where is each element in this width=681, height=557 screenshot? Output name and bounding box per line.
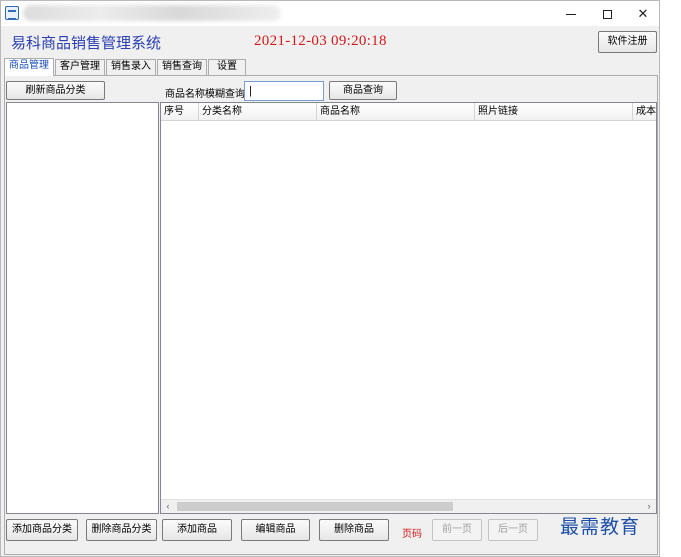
tab-customer-management[interactable]: 客户管理 [55,59,105,75]
close-button[interactable]: ✕ [625,1,661,26]
delete-category-button[interactable]: 删除商品分类 [86,519,157,541]
column-header-photo-link[interactable]: 照片链接 [475,103,633,121]
column-header-product-name[interactable]: 商品名称 [317,103,475,121]
blurred-window-title [23,5,281,21]
search-input[interactable] [244,81,324,101]
product-grid[interactable]: 序号 分类名称 商品名称 照片链接 成本 ‹ › [160,102,657,514]
app-icon [5,6,19,20]
tab-settings[interactable]: 设置 [208,59,246,75]
maximize-button[interactable] [589,1,625,26]
horizontal-scrollbar[interactable]: ‹ › [161,499,656,513]
column-header-cost[interactable]: 成本 [633,103,656,121]
edit-product-button[interactable]: 编辑商品 [241,519,310,541]
column-header-category-name[interactable]: 分类名称 [199,103,317,121]
datetime-display: 2021-12-03 09:20:18 [254,33,387,49]
add-product-button[interactable]: 添加商品 [162,519,232,541]
minimize-icon [566,14,576,16]
delete-product-button[interactable]: 删除商品 [319,519,389,541]
grid-header: 序号 分类名称 商品名称 照片链接 成本 [161,103,656,121]
watermark-logo: 最需教育 [560,516,641,538]
next-page-button[interactable]: 后一页 [488,519,538,541]
page-number-label: 页码 [402,529,422,540]
register-button[interactable]: 软件注册 [598,31,657,53]
minimize-button[interactable] [553,1,589,26]
scroll-right-icon[interactable]: › [642,500,656,513]
category-list[interactable] [6,102,159,514]
previous-page-button[interactable]: 前一页 [432,519,482,541]
search-label: 商品名称模糊查询 [165,89,245,100]
scroll-left-icon[interactable]: ‹ [161,500,175,513]
app-title: 易科商品销售管理系统 [11,34,162,52]
tab-sales-query[interactable]: 销售查询 [157,59,207,75]
title-bar[interactable]: ✕ [1,1,659,26]
product-search-button[interactable]: 商品查询 [329,81,397,100]
add-category-button[interactable]: 添加商品分类 [6,519,78,541]
app-window: ✕ 易科商品销售管理系统 2021-12-03 09:20:18 软件注册 商品… [0,0,660,557]
scrollbar-thumb[interactable] [177,502,453,511]
tab-product-management[interactable]: 商品管理 [4,58,54,76]
close-icon: ✕ [637,6,649,21]
maximize-icon [602,10,612,20]
column-header-index[interactable]: 序号 [161,103,199,121]
refresh-categories-button[interactable]: 刷新商品分类 [6,81,105,100]
tab-sales-entry[interactable]: 销售录入 [106,59,156,75]
